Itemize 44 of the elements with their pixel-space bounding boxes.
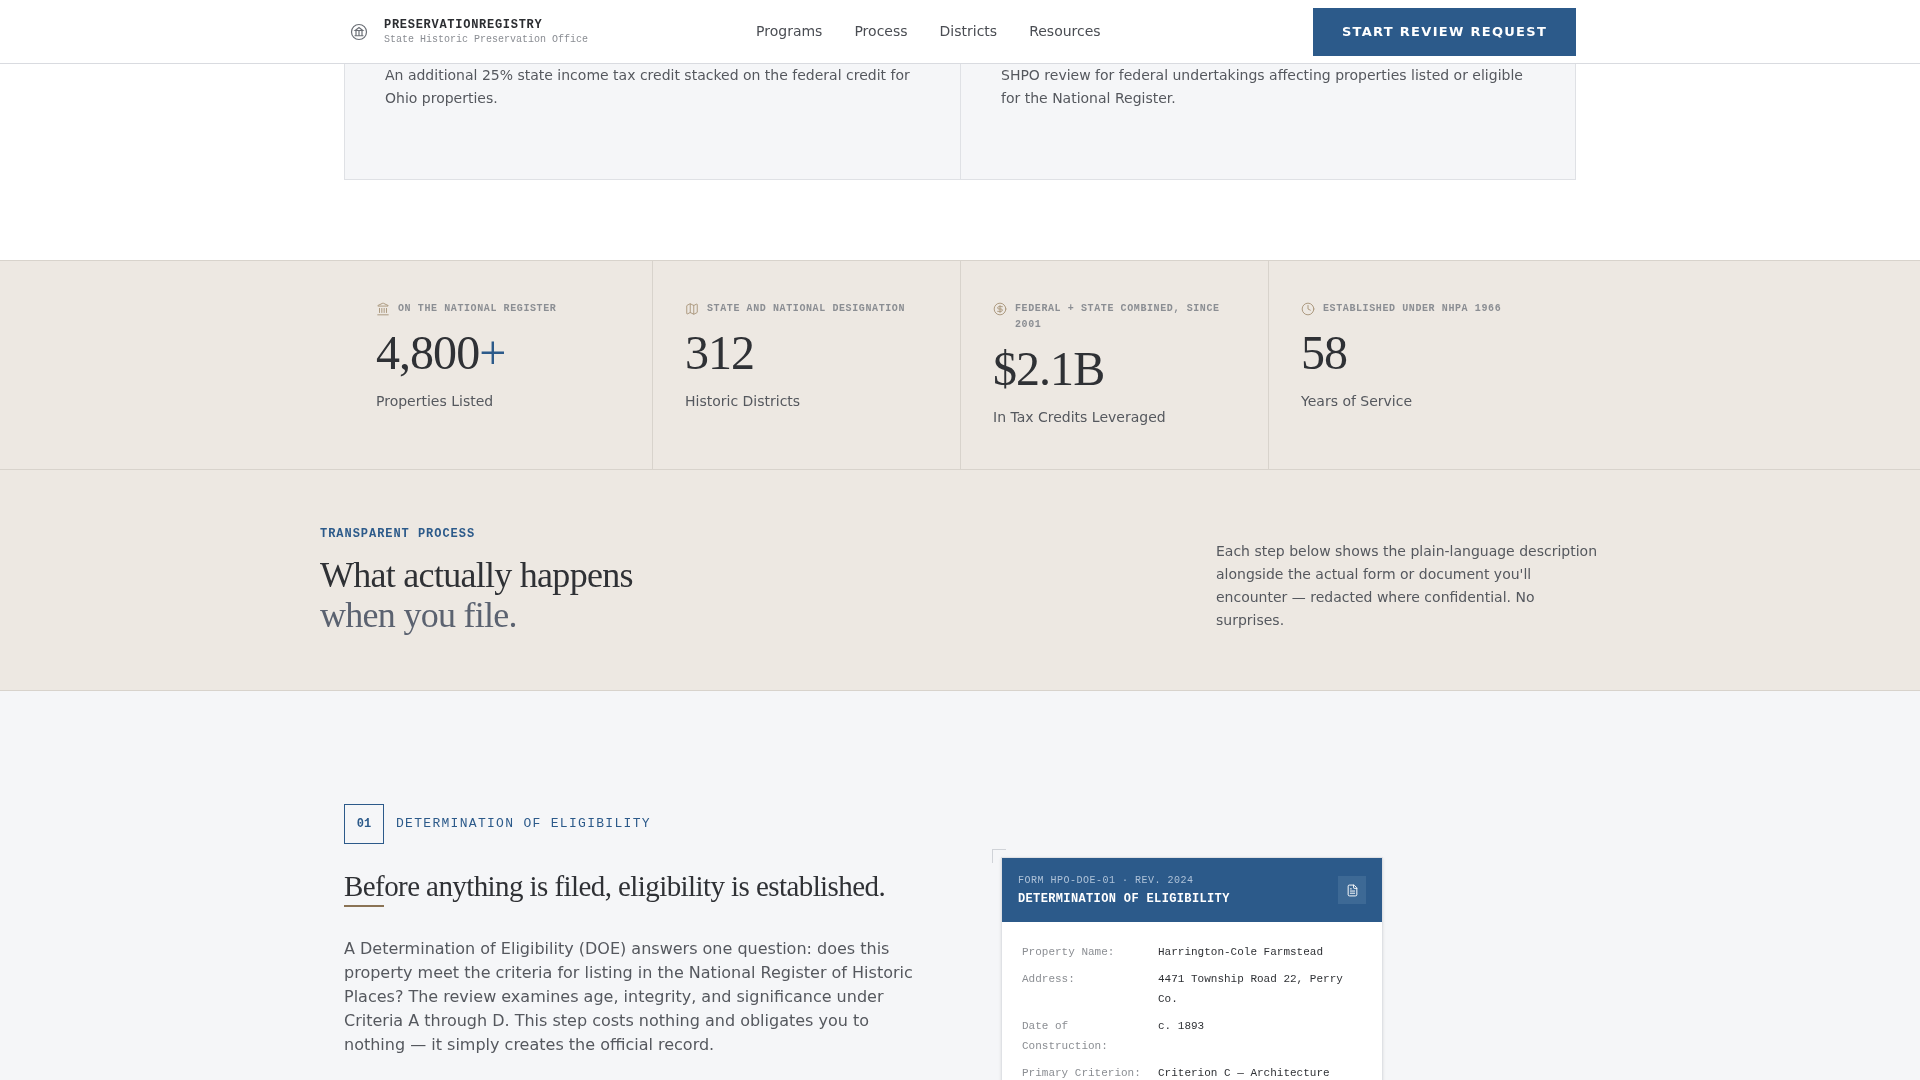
stat-label: Years of Service xyxy=(1301,392,1414,411)
section-eyebrow: TRANSPARENT PROCESS xyxy=(320,526,477,543)
form-field-value: Criterion C — Architecture xyxy=(1158,1066,1331,1080)
stat-value: 58 xyxy=(1301,325,1349,381)
form-field-label: Primary Criterion: xyxy=(1022,1066,1142,1080)
stat-caption: ESTABLISHED UNDER NHPA 1966 xyxy=(1323,302,1502,316)
form-field-label: Date of Construction: xyxy=(1022,1019,1109,1054)
stat-value: 4,800+ xyxy=(376,325,507,381)
nav-link[interactable]: Districts xyxy=(939,21,998,42)
stat-label: Historic Districts xyxy=(685,392,802,411)
stat-caption: ON THE NATIONAL REGISTER xyxy=(398,302,557,316)
map-icon xyxy=(685,302,699,316)
form-field-label: Address: xyxy=(1022,972,1076,987)
building-icon xyxy=(376,302,390,316)
nav-link[interactable]: Resources xyxy=(1029,21,1101,42)
form-field-label: Property Name: xyxy=(1022,945,1116,960)
section-description: Each step below shows the plain-language description alongside the actual form or document you'll encounter — redacted where confidential. No surprises. xyxy=(1216,542,1599,630)
stat-value: 312 xyxy=(685,325,756,381)
stat-value: $2.1B xyxy=(993,341,1106,397)
step-number: 01 xyxy=(344,804,384,844)
section-heading: What actually happens when you file. xyxy=(320,555,633,635)
building-seal-icon xyxy=(350,22,368,41)
program-description: An additional 25% state income tax credit stacked on the federal credit for Ohio properties. xyxy=(385,66,911,108)
form-id: FORM HPO-DOE-01 · REV. 2024 xyxy=(1018,873,1195,888)
document-icon xyxy=(1338,876,1366,904)
step-heading: Before anything is filed, eligibility is established. xyxy=(344,869,887,904)
brand-subtitle: State Historic Preservation Office xyxy=(384,32,589,46)
start-review-request-button[interactable]: START REVIEW REQUEST xyxy=(1313,7,1576,56)
stat-label: In Tax Credits Leveraged xyxy=(993,408,1167,427)
step-description: A Determination of Eligibility (DOE) answers one question: does this property meet the criteria for listing in the National Register of Historic Places? The review examines age, integrity, and significance under Criteria A through D. This step costs nothing and obligates you to nothing — it simply creates the official record. xyxy=(344,938,914,1056)
clock-icon xyxy=(1301,302,1315,316)
stat-label: Properties Listed xyxy=(376,392,495,411)
brand-name: PRESERVATIONREGISTRY xyxy=(384,17,544,33)
form-field-value: 4471 Township Road 22, Perry Co. xyxy=(1158,972,1344,1007)
stat-caption: FEDERAL + STATE COMBINED, SINCE 2001 xyxy=(1015,302,1221,332)
stat-caption: STATE AND NATIONAL DESIGNATION xyxy=(707,302,906,316)
form-field-value: Harrington-Cole Farmstead xyxy=(1158,945,1325,960)
form-field-value: c. 1893 xyxy=(1158,1019,1206,1034)
nav-link[interactable]: Programs xyxy=(756,21,823,42)
dollar-coin-icon xyxy=(993,302,1007,316)
program-description: SHPO review for federal undertakings affecting properties listed or eligible for the National Register. xyxy=(1001,66,1524,108)
nav-link[interactable]: Process xyxy=(854,21,908,42)
step-label: DETERMINATION OF ELIGIBILITY xyxy=(396,815,651,834)
form-title: DETERMINATION OF ELIGIBILITY xyxy=(1018,890,1230,908)
